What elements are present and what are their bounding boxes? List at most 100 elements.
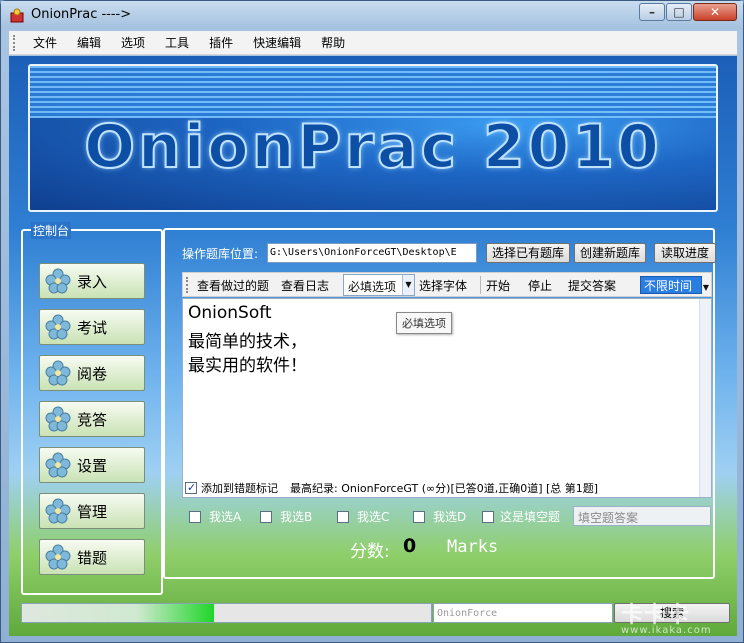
status-input[interactable]: OnionForce bbox=[433, 603, 613, 623]
choice-a-label: 我选A bbox=[209, 510, 242, 524]
title-bar: OnionPrac ----> – □ ✕ bbox=[1, 1, 743, 29]
start-button[interactable]: 开始 bbox=[486, 277, 510, 294]
watermark-site: www.ikaka.com bbox=[621, 625, 712, 636]
question-line: 最简单的技术， bbox=[188, 332, 307, 352]
menu-bar: 文件 编辑 选项 工具 插件 快速编辑 帮助 bbox=[9, 31, 737, 55]
question-line: 最实用的软件！ bbox=[188, 356, 307, 376]
view-log-button[interactable]: 查看日志 bbox=[281, 277, 329, 294]
flower-icon bbox=[45, 498, 71, 524]
menu-tools[interactable]: 工具 bbox=[155, 31, 199, 55]
flower-icon bbox=[45, 360, 71, 386]
quiz-label: 竞答 bbox=[77, 410, 108, 429]
choice-c[interactable]: 我选C bbox=[337, 508, 389, 525]
watermark-logo: 卡卡卡 www.ikaka.com bbox=[621, 597, 712, 636]
mark-wrong-label: 添加到错题标记 bbox=[201, 482, 278, 495]
banner-title: OnionPrac 2010 bbox=[83, 111, 662, 183]
create-new-button[interactable]: 创建新题库 bbox=[574, 243, 646, 263]
grading-button[interactable]: 阅卷 bbox=[39, 355, 145, 391]
flower-icon bbox=[45, 452, 71, 478]
required-option-dropdown[interactable]: 必填选项 ▼ bbox=[343, 274, 415, 296]
choice-b-label: 我选B bbox=[280, 510, 313, 524]
console-title: 控制台 bbox=[31, 222, 72, 239]
entry-label: 录入 bbox=[77, 272, 108, 291]
toolbar-overflow-icon[interactable]: ▼ bbox=[703, 283, 709, 292]
maximize-button[interactable]: □ bbox=[666, 3, 692, 21]
flower-icon bbox=[45, 406, 71, 432]
manage-button[interactable]: 管理 bbox=[39, 493, 145, 529]
choice-b-checkbox[interactable] bbox=[260, 510, 272, 523]
select-font-button[interactable]: 选择字体 bbox=[419, 277, 467, 294]
submit-answer-button[interactable]: 提交答案 bbox=[568, 277, 616, 294]
choice-b[interactable]: 我选B bbox=[260, 508, 312, 525]
toolbar: 查看做过的题 查看日志 必填选项 ▼ 选择字体 开始 停止 提交答案 不限时间 … bbox=[182, 272, 712, 297]
progress-bar bbox=[21, 603, 432, 623]
fill-blank-toggle[interactable]: 这是填空题 bbox=[482, 508, 560, 525]
menu-file[interactable]: 文件 bbox=[23, 31, 67, 55]
progress-fill bbox=[22, 604, 215, 622]
maximize-icon: □ bbox=[673, 5, 685, 19]
menu-quick-edit[interactable]: 快速编辑 bbox=[243, 31, 311, 55]
main-area: OnionPrac 2010 控制台 录入 考试 阅卷 竞答 设置 管理 错题 … bbox=[9, 56, 737, 636]
window-title: OnionPrac ----> bbox=[31, 7, 132, 22]
question-line: OnionSoft bbox=[188, 303, 272, 323]
stop-button[interactable]: 停止 bbox=[528, 277, 552, 294]
flower-icon bbox=[45, 314, 71, 340]
choice-d[interactable]: 我选D bbox=[413, 508, 466, 525]
read-progress-button[interactable]: 读取进度 bbox=[654, 243, 716, 263]
settings-button[interactable]: 设置 bbox=[39, 447, 145, 483]
app-icon bbox=[10, 8, 24, 23]
entry-button[interactable]: 录入 bbox=[39, 263, 145, 299]
manage-label: 管理 bbox=[77, 502, 108, 521]
path-input[interactable]: G:\Users\OnionForceGT\Desktop\E bbox=[267, 243, 477, 263]
exam-button[interactable]: 考试 bbox=[39, 309, 145, 345]
select-existing-button[interactable]: 选择已有题库 bbox=[486, 243, 570, 263]
choice-a[interactable]: 我选A bbox=[189, 508, 241, 525]
grading-label: 阅卷 bbox=[77, 364, 108, 383]
tooltip: 必填选项 bbox=[396, 312, 452, 334]
quiz-button[interactable]: 竞答 bbox=[39, 401, 145, 437]
choice-c-label: 我选C bbox=[357, 510, 390, 524]
minimize-button[interactable]: – bbox=[639, 3, 665, 21]
menu-options[interactable]: 选项 bbox=[111, 31, 155, 55]
toolbar-grip bbox=[186, 277, 188, 293]
close-button[interactable]: ✕ bbox=[693, 3, 737, 21]
banner-stripes bbox=[30, 66, 716, 118]
close-icon: ✕ bbox=[709, 5, 721, 19]
question-textarea[interactable]: OnionSoft 最简单的技术， 最实用的软件！ 必填选项 添加到错题标记 最… bbox=[182, 298, 712, 498]
wrong-questions-button[interactable]: 错题 bbox=[39, 539, 145, 575]
toolbar-separator bbox=[480, 276, 481, 294]
app-window: OnionPrac ----> – □ ✕ 文件 编辑 选项 工具 插件 快速编… bbox=[0, 0, 744, 643]
minimize-icon: – bbox=[649, 5, 655, 19]
work-panel: 操作题库位置: G:\Users\OnionForceGT\Desktop\E … bbox=[163, 228, 716, 579]
menu-edit[interactable]: 编辑 bbox=[67, 31, 111, 55]
path-label: 操作题库位置: bbox=[182, 247, 259, 261]
view-done-button[interactable]: 查看做过的题 bbox=[197, 277, 269, 294]
wrong-questions-label: 错题 bbox=[77, 548, 108, 567]
record-text: 最高纪录: OnionForceGT (∞分)[已答0道,正确0道] [总 第1… bbox=[290, 482, 599, 495]
banner: OnionPrac 2010 bbox=[28, 64, 718, 212]
chevron-down-icon[interactable]: ▼ bbox=[402, 275, 414, 295]
menu-plugins[interactable]: 插件 bbox=[199, 31, 243, 55]
choice-d-label: 我选D bbox=[433, 510, 467, 524]
mark-wrong-checkbox[interactable] bbox=[185, 481, 197, 494]
choice-d-checkbox[interactable] bbox=[413, 510, 425, 523]
choice-c-checkbox[interactable] bbox=[337, 510, 349, 523]
flower-icon bbox=[45, 544, 71, 570]
exam-label: 考试 bbox=[77, 318, 108, 337]
fill-blank-checkbox[interactable] bbox=[482, 510, 494, 523]
console-panel: 控制台 录入 考试 阅卷 竞答 设置 管理 错题 bbox=[21, 222, 163, 595]
fill-blank-label: 这是填空题 bbox=[500, 510, 561, 524]
score-value: 0 bbox=[403, 535, 417, 557]
menu-help[interactable]: 帮助 bbox=[311, 31, 355, 55]
required-option-value: 必填选项 bbox=[348, 280, 397, 294]
settings-label: 设置 bbox=[77, 456, 108, 475]
score-label: 分数: bbox=[350, 542, 390, 562]
menu-grip bbox=[13, 34, 17, 51]
time-limit-field[interactable]: 不限时间 bbox=[640, 276, 702, 294]
flower-icon bbox=[45, 268, 71, 294]
choice-a-checkbox[interactable] bbox=[189, 510, 201, 523]
mark-row: 添加到错题标记 最高纪录: OnionForceGT (∞分)[已答0道,正确0… bbox=[185, 480, 598, 496]
score-unit: Marks bbox=[447, 537, 499, 557]
vertical-scrollbar[interactable] bbox=[699, 299, 711, 497]
fill-answer-input[interactable]: 填空题答案 bbox=[573, 506, 711, 526]
